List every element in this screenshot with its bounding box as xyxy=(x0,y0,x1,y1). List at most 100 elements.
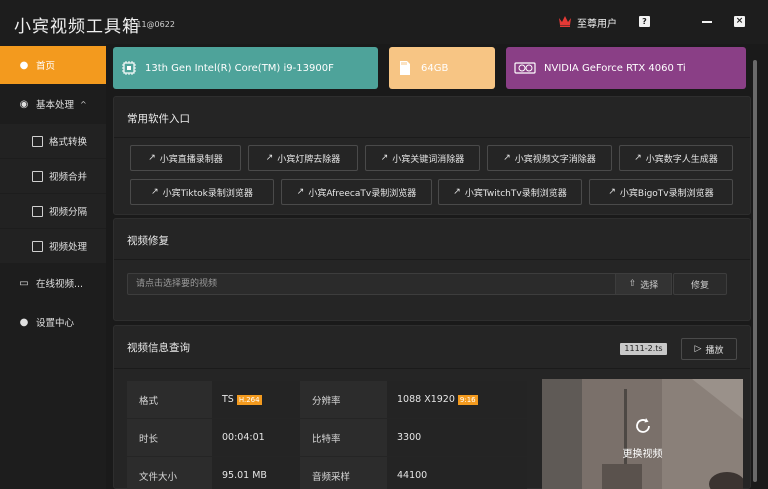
memory-card-icon xyxy=(400,61,410,75)
tool-sign-remover-button[interactable]: ↗ 小宾灯牌去除器 xyxy=(248,145,358,171)
nav-basic-processing[interactable]: ◉ 基本处理 ^ xyxy=(0,85,106,123)
nav-home-label: 首页 xyxy=(36,61,56,72)
app-title: 小宾视频工具箱 xyxy=(14,17,140,37)
tool-text-eraser-button[interactable]: ↗ 小宾视频文字消除器 xyxy=(487,145,612,171)
tool-label: 小宾Tiktok录制浏览器 xyxy=(162,188,253,199)
nav-video-merge[interactable]: 视频合并 xyxy=(0,159,106,193)
chevron-up-icon: ^ xyxy=(80,99,87,109)
tool-label: 小宾关键词消除器 xyxy=(392,154,465,165)
tool-label: 小宾直播录制器 xyxy=(159,154,223,165)
ram-card: 64GB xyxy=(389,47,495,89)
play-icon: ▷ xyxy=(694,344,702,354)
monitor-icon: ▭ xyxy=(19,277,29,289)
info-value-duration: 00:04:01 xyxy=(212,419,300,456)
tool-tiktok-browser-button[interactable]: ↗ 小宾Tiktok录制浏览器 xyxy=(130,179,274,205)
video-repair-title: 视频修复 xyxy=(127,235,169,247)
title-bar: 小宾视频工具箱 v1.11@0622 至尊用户 ? × xyxy=(0,0,768,44)
common-software-title: 常用软件入口 xyxy=(127,113,190,125)
split-icon xyxy=(32,205,43,217)
video-preview[interactable]: 更换视频 xyxy=(542,379,743,489)
info-value-filesize: 95.01 MB xyxy=(212,457,300,489)
process-icon xyxy=(32,240,43,252)
tool-digital-human-button[interactable]: ↗ 小宾数字人生成器 xyxy=(619,145,733,171)
video-repair-panel: 视频修复 xyxy=(113,218,751,321)
tool-keyword-eraser-button[interactable]: ↗ 小宾关键词消除器 xyxy=(365,145,480,171)
arrow-up-right-icon: ↗ xyxy=(453,187,461,197)
tool-afreecatv-browser-button[interactable]: ↗ 小宾AfreecaTv录制浏览器 xyxy=(281,179,432,205)
divider xyxy=(114,137,750,138)
upload-icon: ⇧ xyxy=(628,279,637,289)
nav-sub-label: 视频分隔 xyxy=(49,207,88,218)
app-version: v1.11@0622 xyxy=(124,20,175,29)
tool-label: 小宾AfreecaTv录制浏览器 xyxy=(308,188,417,199)
info-value-sample-rate: 44100 xyxy=(387,457,527,489)
help-button[interactable]: ? xyxy=(639,16,650,27)
arrow-up-right-icon: ↗ xyxy=(634,153,642,163)
video-info-title: 视频信息查询 xyxy=(127,342,190,354)
cpu-card: 13th Gen Intel(R) Core(TM) i9-13900F xyxy=(113,47,378,89)
scrollbar-thumb[interactable] xyxy=(753,60,757,482)
settings-icon: ● xyxy=(19,316,29,328)
arrow-up-right-icon: ↗ xyxy=(148,153,156,163)
cpu-label: 13th Gen Intel(R) Core(TM) i9-13900F xyxy=(145,62,334,74)
tool-label: 小宾BigoTv录制浏览器 xyxy=(619,188,714,199)
close-button[interactable]: × xyxy=(734,16,745,27)
video-icon: ◉ xyxy=(19,98,29,110)
tool-label: 小宾TwitchTv录制浏览器 xyxy=(464,188,567,199)
crown-icon xyxy=(559,16,571,27)
divider xyxy=(114,368,750,369)
nav-video-split[interactable]: 视频分隔 xyxy=(0,194,106,228)
info-key-sample-rate: 音频采样 xyxy=(300,457,387,489)
play-button[interactable]: ▷ 播放 xyxy=(681,338,737,360)
nav-basic-label: 基本处理 xyxy=(36,100,75,111)
info-key-duration: 时长 xyxy=(127,419,212,456)
gpu-card: NVIDIA GeForce RTX 4060 Ti xyxy=(506,47,746,89)
format-value: TS xyxy=(222,394,234,405)
minimize-button[interactable] xyxy=(702,21,712,23)
resolution-value: 1088 X1920 xyxy=(397,394,455,405)
file-name-tag: 1111-2.ts xyxy=(620,343,667,355)
nav-online-video[interactable]: ▭ 在线视频... xyxy=(0,264,106,302)
refresh-icon xyxy=(636,418,650,433)
info-value-resolution: 1088 X1920 9:16 xyxy=(387,381,527,418)
nav-sub-label: 视频合并 xyxy=(49,172,88,183)
select-label: 选择 xyxy=(640,280,659,291)
nav-sub-label: 视频处理 xyxy=(49,242,88,253)
repair-button[interactable]: 修复 xyxy=(673,273,727,295)
home-icon: ● xyxy=(19,59,29,71)
divider xyxy=(114,259,750,260)
tool-twitchtv-browser-button[interactable]: ↗ 小宾TwitchTv录制浏览器 xyxy=(438,179,582,205)
nav-sub-label: 格式转换 xyxy=(49,137,88,148)
codec-badge: H.264 xyxy=(236,394,262,405)
info-key-bitrate: 比特率 xyxy=(300,419,387,456)
select-file-button[interactable]: ⇧ 选择 xyxy=(615,273,672,295)
tool-label: 小宾灯牌去除器 xyxy=(277,154,341,165)
aspect-ratio-badge: 9:16 xyxy=(457,394,478,405)
info-key-resolution: 分辨率 xyxy=(300,381,387,418)
arrow-up-right-icon: ↗ xyxy=(151,187,159,197)
gpu-icon xyxy=(514,62,536,74)
tool-label: 小宾数字人生成器 xyxy=(645,154,718,165)
tool-live-recorder-button[interactable]: ↗ 小宾直播录制器 xyxy=(130,145,241,171)
ram-label: 64GB xyxy=(421,62,449,74)
nav-video-process[interactable]: 视频处理 xyxy=(0,229,106,263)
nav-home[interactable]: ● 首页 xyxy=(0,46,106,84)
nav-settings[interactable]: ● 设置中心 xyxy=(0,303,106,341)
arrow-up-right-icon: ↗ xyxy=(380,153,389,163)
nav-format-convert[interactable]: 格式转换 xyxy=(0,124,106,158)
video-file-input[interactable]: 请点击选择要的视频 xyxy=(127,273,617,295)
info-value-format: TS H.264 xyxy=(212,381,300,418)
nav-settings-label: 设置中心 xyxy=(36,318,75,329)
arrow-up-right-icon: ↗ xyxy=(296,187,305,197)
nav-online-label: 在线视频... xyxy=(36,279,84,290)
gpu-label: NVIDIA GeForce RTX 4060 Ti xyxy=(544,62,686,74)
vip-user-label[interactable]: 至尊用户 xyxy=(577,15,617,30)
change-video-label: 更换视频 xyxy=(622,449,663,460)
info-value-bitrate: 3300 xyxy=(387,419,527,456)
cpu-icon xyxy=(122,61,136,75)
play-label: 播放 xyxy=(705,345,724,356)
info-key-format: 格式 xyxy=(127,381,212,418)
arrow-up-right-icon: ↗ xyxy=(503,153,511,163)
merge-icon xyxy=(32,170,43,182)
tool-bigotv-browser-button[interactable]: ↗ 小宾BigoTv录制浏览器 xyxy=(589,179,733,205)
